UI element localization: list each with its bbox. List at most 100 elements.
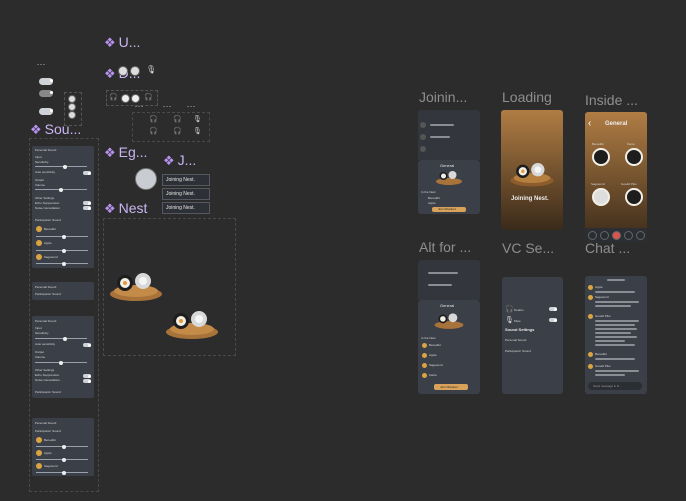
participant-avatar [422, 373, 427, 378]
chat-icon[interactable] [624, 231, 633, 240]
mute-label: Mute [514, 319, 521, 323]
slider-knob[interactable] [59, 187, 63, 192]
server-icon[interactable] [420, 122, 426, 128]
slider-knob[interactable] [62, 261, 66, 266]
participants-sound-header[interactable]: Participants' Sound [35, 292, 61, 296]
component-j[interactable]: ❖ J... [163, 152, 196, 168]
slider-knob[interactable] [63, 164, 67, 169]
sensitivity-slider[interactable] [35, 164, 87, 169]
participants-sound-header[interactable]: Participants' Sound [35, 390, 61, 394]
toggle-switch[interactable] [39, 90, 53, 97]
mic-icon: 🎙 [505, 317, 514, 324]
slider-knob[interactable] [59, 360, 63, 365]
gear-icon[interactable] [636, 231, 645, 240]
mic-icon[interactable]: 🎙 [146, 65, 156, 74]
toggle-switch[interactable] [39, 78, 53, 85]
back-arrow-icon[interactable]: ‹ [588, 118, 591, 129]
noise-cancellation-toggle[interactable] [83, 379, 91, 383]
slider-knob[interactable] [63, 336, 67, 341]
headphones-icon[interactable]: 🎧 [173, 115, 182, 123]
slider-knob[interactable] [62, 470, 66, 475]
participant-name: Benedikt [429, 343, 441, 347]
toggle-switch[interactable] [39, 108, 53, 115]
personal-sound-header[interactable]: Personal Sound [35, 319, 56, 323]
echo-suppression-label: Echo Suppression [35, 373, 60, 377]
participants-sound-header[interactable]: Participants' Sound [35, 218, 61, 222]
join-sheet: General In the Nest Benedikt Apple Sagow… [418, 300, 480, 394]
participant-volume-slider[interactable] [36, 444, 88, 449]
mic-icon[interactable]: 🎙 [193, 127, 202, 135]
echo-suppression-label: Echo Suppression [35, 201, 60, 205]
headphones-icon[interactable]: 🎧 [109, 93, 118, 101]
slider-knob[interactable] [62, 457, 66, 462]
echo-suppression-toggle[interactable] [83, 374, 91, 378]
mic-icon[interactable]: 🎙 [193, 115, 202, 123]
volume-slider[interactable] [35, 360, 87, 365]
x-icon[interactable] [68, 111, 76, 119]
frame-title-chat[interactable]: Chat ... [585, 240, 630, 256]
participant-avatar [36, 240, 42, 246]
mute-toggle[interactable] [549, 318, 557, 322]
frame-title-joining[interactable]: Joinin... [419, 89, 467, 105]
auto-sensitivity-toggle[interactable] [83, 171, 91, 175]
sender-name: Apple [595, 285, 603, 289]
participant-name: Kanto [429, 373, 437, 377]
message-input[interactable]: Send message in #... [588, 382, 642, 390]
x-icon[interactable] [68, 103, 76, 111]
headphones-icon[interactable] [588, 231, 597, 240]
join-channel-button[interactable]: Join Channel [432, 207, 466, 212]
other-settings-label: Other Settings [35, 196, 55, 200]
component-nest[interactable]: ❖ Nest [104, 200, 147, 216]
sender-avatar [588, 352, 593, 357]
participant-volume-slider[interactable] [36, 248, 88, 253]
sensitivity-slider[interactable] [35, 336, 87, 341]
frame-title-vc-settings[interactable]: VC Se... [502, 240, 554, 256]
participant-volume-slider[interactable] [36, 470, 88, 475]
personal-sound-header[interactable]: Personal Sound [35, 421, 56, 425]
slider-knob[interactable] [62, 248, 66, 253]
server-icon[interactable] [420, 146, 426, 152]
headphones-icon[interactable]: 🎧 [149, 127, 158, 135]
noise-cancellation-label: Noise Cancellation [35, 378, 61, 382]
user-icon[interactable] [121, 94, 130, 103]
personal-sound-header[interactable]: Personal Sound [35, 285, 56, 289]
headphones-icon[interactable]: 🎧 [149, 115, 158, 123]
component-u[interactable]: ❖ U... [104, 34, 140, 50]
participants-sound-header[interactable]: Participants' Sound [35, 429, 61, 433]
echo-suppression-toggle[interactable] [83, 201, 91, 205]
join-channel-button[interactable]: Join Channel [434, 384, 468, 390]
frame-title-alt-for[interactable]: Alt for ... [419, 239, 471, 255]
joining-chip: Joining Nest. [162, 202, 210, 214]
component-icon: ❖ [104, 200, 116, 216]
participant-volume-slider[interactable] [36, 234, 88, 239]
frame-title-loading[interactable]: Loading [502, 89, 552, 105]
mic-icon[interactable] [600, 231, 609, 240]
headphones-icon[interactable]: 🎧 [173, 127, 182, 135]
x-icon[interactable] [68, 95, 76, 103]
headphones-icon[interactable] [130, 66, 140, 76]
headphones-icon[interactable]: 🎧 [144, 93, 153, 101]
toggle-variant-outline [64, 92, 82, 126]
personal-sound-header[interactable]: Personal Sound [505, 338, 526, 342]
server-icon[interactable] [420, 134, 426, 140]
slider-knob[interactable] [62, 444, 66, 449]
participants-sound-header[interactable]: Participants' Sound [505, 349, 531, 353]
deafen-toggle[interactable] [549, 307, 557, 311]
member-avatar [592, 148, 610, 166]
frame-title-inside[interactable]: Inside ... [585, 92, 638, 108]
component-j-label: J... [177, 152, 197, 168]
auto-sensitivity-toggle[interactable] [83, 343, 91, 347]
participant-volume-slider[interactable] [36, 457, 88, 462]
hangup-icon[interactable] [612, 231, 621, 240]
toggle-variants [36, 72, 82, 126]
slider-knob[interactable] [62, 234, 66, 239]
user-icon[interactable] [118, 66, 128, 76]
volume-slider[interactable] [35, 187, 87, 192]
noise-cancellation-toggle[interactable] [83, 206, 91, 210]
component-eg[interactable]: ❖ Eg... [104, 144, 147, 160]
personal-sound-header[interactable]: Personal Sound [35, 148, 56, 152]
output-label: Output [35, 178, 45, 182]
gear-icon[interactable] [131, 94, 140, 103]
participant-volume-slider[interactable] [36, 261, 88, 266]
vc-settings-screen: 🎧 Deafen 🎙 Mute Sound Settings Personal … [502, 277, 563, 394]
